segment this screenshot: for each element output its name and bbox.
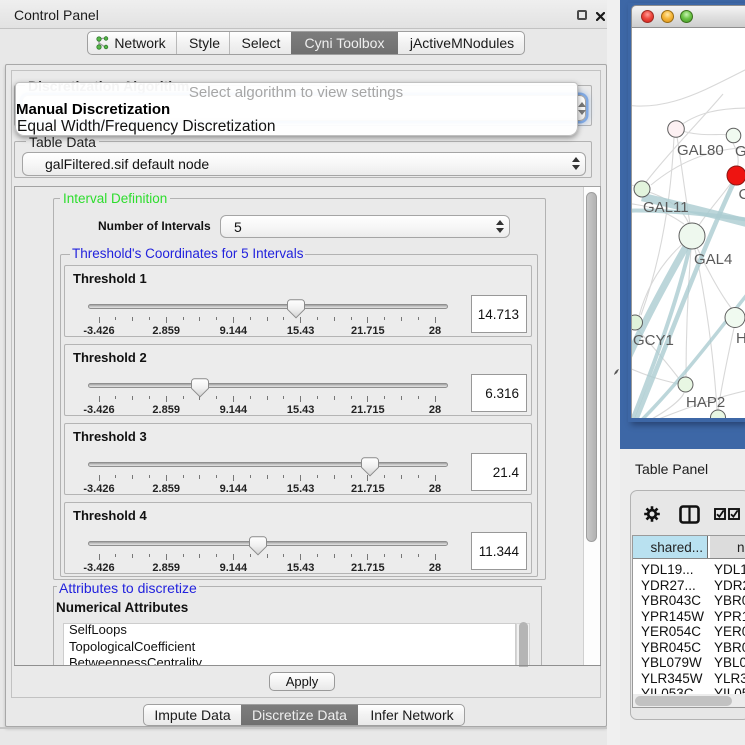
svg-text:H: H — [736, 330, 745, 347]
svg-text:GAL80: GAL80 — [677, 142, 724, 159]
svg-text:GCY1: GCY1 — [633, 332, 674, 349]
svg-text:G.: G. — [735, 143, 745, 160]
svg-text:GAL11: GAL11 — [643, 199, 689, 216]
svg-text:GAL4: GAL4 — [694, 251, 732, 268]
svg-text:C: C — [739, 186, 745, 203]
svg-text:HAP2: HAP2 — [686, 394, 725, 411]
